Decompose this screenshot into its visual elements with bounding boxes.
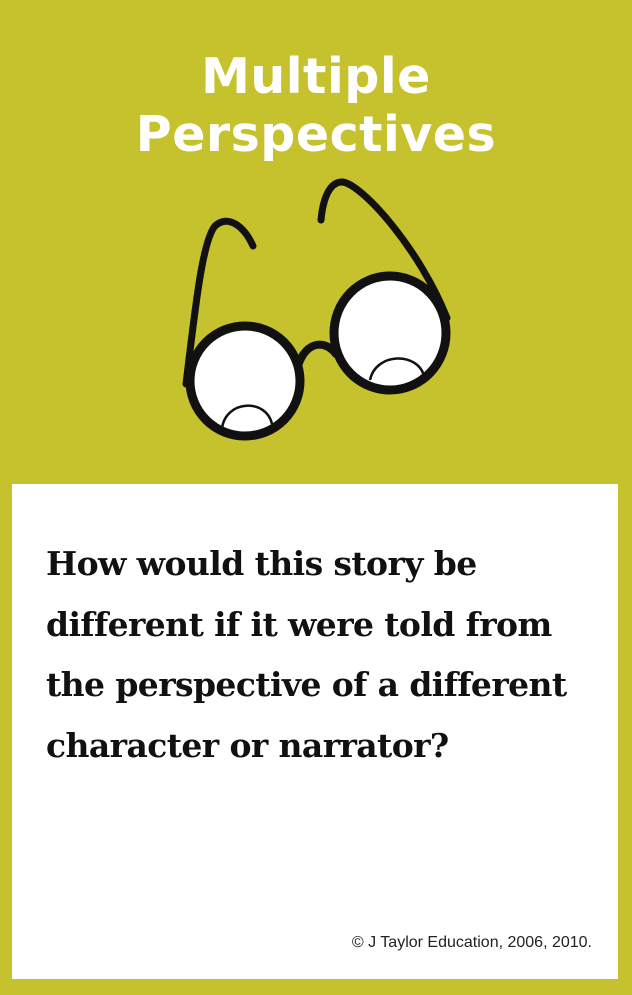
card-title-line-2: Perspectives (135, 106, 497, 163)
glasses-icon (182, 178, 451, 441)
card: Multiple Perspectives How would this sto… (0, 0, 632, 995)
copyright-text: © J Taylor Education, 2006, 2010. (351, 934, 592, 951)
question-text: How would this story be different if it … (46, 544, 567, 765)
card-title-line-1: Multiple (201, 48, 431, 105)
question-panel: How would this story be different if it … (12, 484, 618, 979)
card-title: Multiple Perspectives (0, 48, 632, 164)
